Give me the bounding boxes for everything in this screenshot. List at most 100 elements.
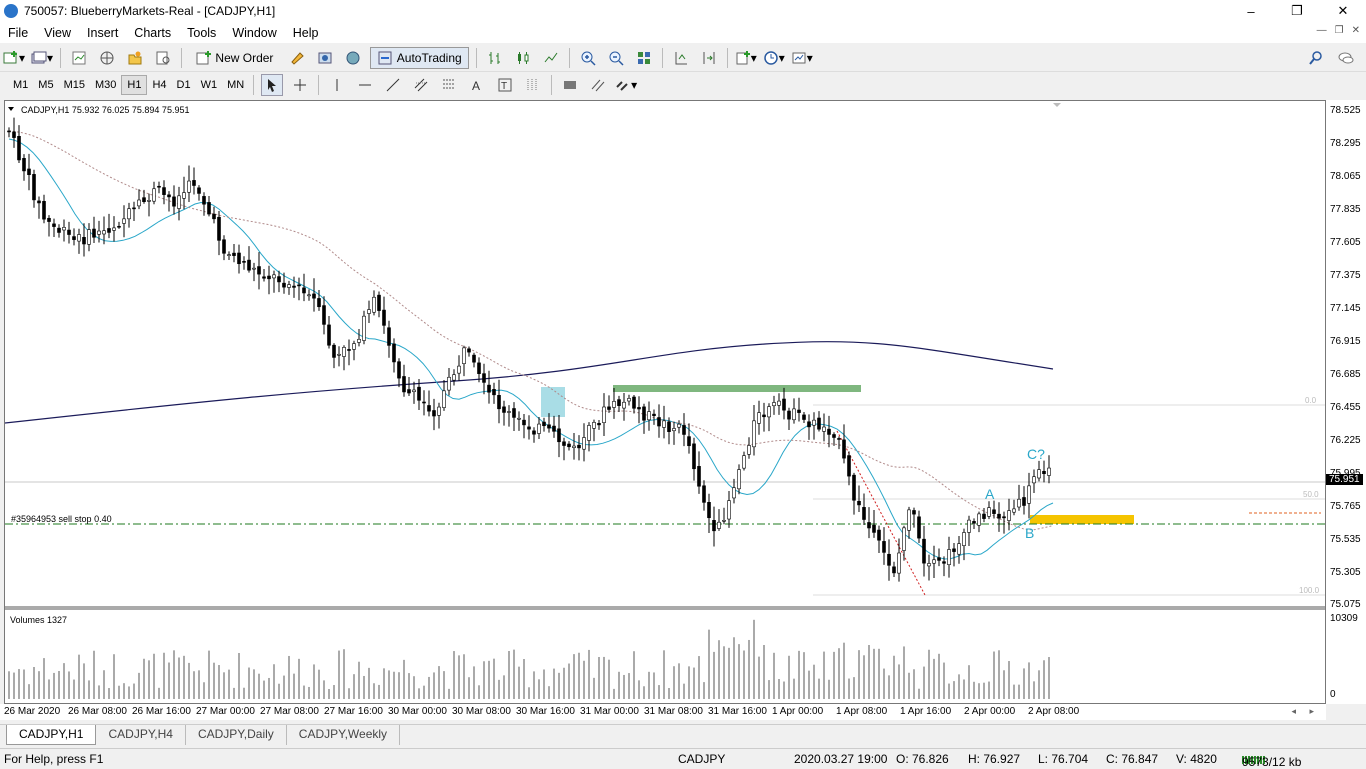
text-label-icon[interactable]: T bbox=[494, 74, 516, 96]
templates-icon[interactable]: ▾ bbox=[791, 47, 813, 69]
scroll-left-arrow-icon[interactable]: ◂ bbox=[1291, 706, 1296, 717]
candle-body bbox=[27, 168, 31, 176]
candle-body bbox=[717, 521, 721, 529]
mdi-restore-button[interactable]: ❐ bbox=[1335, 25, 1344, 36]
tab-cadjpy-h4[interactable]: CADJPY,H4 bbox=[96, 725, 186, 745]
candle-body bbox=[752, 420, 756, 448]
signals-icon[interactable] bbox=[314, 47, 336, 69]
price-tick: 75.075 bbox=[1330, 599, 1361, 610]
terminal-icon[interactable] bbox=[152, 47, 174, 69]
zoom-out-icon[interactable] bbox=[605, 47, 627, 69]
new-chart-button[interactable]: ▾ bbox=[3, 47, 25, 69]
candle-body bbox=[827, 428, 831, 435]
profiles-button[interactable]: ▾ bbox=[31, 47, 53, 69]
menu-help[interactable]: Help bbox=[285, 26, 327, 40]
candle-body bbox=[262, 276, 266, 279]
timeframe-m15[interactable]: M15 bbox=[59, 75, 90, 95]
candle-body bbox=[112, 227, 116, 231]
menu-charts[interactable]: Charts bbox=[126, 26, 179, 40]
candle-body bbox=[587, 425, 591, 441]
candle-body bbox=[562, 441, 566, 446]
timeframe-w1[interactable]: W1 bbox=[196, 75, 223, 95]
price-tick: 75.535 bbox=[1330, 534, 1361, 545]
line-chart-icon[interactable] bbox=[540, 47, 562, 69]
autotrading-button[interactable]: AutoTrading bbox=[370, 46, 469, 69]
periods-icon[interactable]: ▾ bbox=[763, 47, 785, 69]
candlestick-icon[interactable] bbox=[512, 47, 534, 69]
candle-body bbox=[522, 419, 526, 426]
equidistant-channel-icon[interactable] bbox=[410, 74, 432, 96]
text-icon[interactable]: A bbox=[466, 74, 488, 96]
chart-header-triangle-icon bbox=[8, 107, 14, 111]
timeframe-h4[interactable]: H4 bbox=[147, 75, 171, 95]
timeframe-h1[interactable]: H1 bbox=[121, 75, 148, 95]
menu-insert[interactable]: Insert bbox=[79, 26, 126, 40]
tile-windows-icon[interactable] bbox=[633, 47, 655, 69]
cursor-icon[interactable] bbox=[261, 74, 284, 96]
autoscroll-icon[interactable] bbox=[670, 47, 692, 69]
candle-body bbox=[997, 513, 1001, 519]
price-tick: 78.525 bbox=[1330, 105, 1361, 116]
candle-body bbox=[712, 520, 716, 532]
candle-body bbox=[697, 466, 701, 487]
bar-chart-icon[interactable] bbox=[484, 47, 506, 69]
candle-body bbox=[122, 218, 126, 224]
minimize-button[interactable]: – bbox=[1228, 0, 1274, 22]
chart-shift-icon[interactable] bbox=[698, 47, 720, 69]
market-watch-icon[interactable] bbox=[68, 47, 90, 69]
candle-body bbox=[452, 374, 456, 381]
volume-pane bbox=[8, 619, 1050, 699]
fibo-fan-icon[interactable] bbox=[522, 74, 544, 96]
price-tick: 77.145 bbox=[1330, 303, 1361, 314]
timeframe-m5[interactable]: M5 bbox=[33, 75, 58, 95]
timeframe-m30[interactable]: M30 bbox=[90, 75, 121, 95]
price-chart[interactable]: 0.0 50.0 100.0 #35964953 sell stop 0.40 … bbox=[4, 100, 1326, 704]
candle-body bbox=[177, 195, 181, 209]
candle-body bbox=[837, 438, 841, 440]
fibonacci-icon[interactable] bbox=[438, 74, 460, 96]
candle-body bbox=[292, 285, 296, 288]
mdi-minimize-button[interactable]: — bbox=[1317, 25, 1327, 36]
candle-body bbox=[552, 425, 556, 432]
candle-body bbox=[432, 410, 436, 417]
mdi-close-button[interactable]: ✕ bbox=[1352, 25, 1360, 36]
market-icon[interactable] bbox=[342, 47, 364, 69]
status-open: O: 76.826 bbox=[896, 752, 949, 766]
candle-body bbox=[617, 399, 621, 406]
new-order-button[interactable]: New Order bbox=[189, 47, 280, 69]
candle-body bbox=[777, 400, 781, 406]
timeframe-d1[interactable]: D1 bbox=[172, 75, 196, 95]
channel-icon[interactable] bbox=[587, 74, 609, 96]
zoom-in-icon[interactable] bbox=[577, 47, 599, 69]
horizontal-line-icon[interactable] bbox=[354, 74, 376, 96]
metaeditor-icon[interactable] bbox=[286, 47, 308, 69]
candle-body bbox=[277, 276, 281, 283]
candle-body bbox=[162, 187, 166, 195]
tab-cadjpy-daily[interactable]: CADJPY,Daily bbox=[186, 725, 287, 745]
search-icon[interactable] bbox=[1305, 47, 1327, 69]
timeframe-m1[interactable]: M1 bbox=[8, 75, 33, 95]
menu-file[interactable]: File bbox=[0, 26, 36, 40]
trendline-icon[interactable] bbox=[382, 74, 404, 96]
navigator-icon[interactable] bbox=[124, 47, 146, 69]
tab-cadjpy-weekly[interactable]: CADJPY,Weekly bbox=[287, 725, 401, 745]
arrows-icon[interactable]: ▾ bbox=[615, 74, 637, 96]
maximize-button[interactable]: ❐ bbox=[1274, 0, 1320, 22]
chat-icon[interactable] bbox=[1335, 47, 1357, 69]
vertical-line-icon[interactable] bbox=[326, 74, 348, 96]
data-window-icon[interactable] bbox=[96, 47, 118, 69]
timeframe-mn[interactable]: MN bbox=[222, 75, 249, 95]
close-button[interactable]: ✕ bbox=[1320, 0, 1366, 22]
tab-cadjpy-h1[interactable]: CADJPY,H1 bbox=[6, 725, 97, 745]
candle-body bbox=[507, 411, 511, 413]
candle-body bbox=[637, 407, 641, 410]
menu-window[interactable]: Window bbox=[224, 26, 284, 40]
price-scale[interactable]: 78.525 78.295 78.065 77.835 77.605 77.37… bbox=[1326, 100, 1366, 704]
menu-view[interactable]: View bbox=[36, 26, 79, 40]
indicators-icon[interactable]: ▾ bbox=[735, 47, 757, 69]
crosshair-icon[interactable] bbox=[289, 74, 311, 96]
menu-tools[interactable]: Tools bbox=[179, 26, 224, 40]
candlesticks bbox=[7, 117, 1051, 582]
rectangle-icon[interactable] bbox=[559, 74, 581, 96]
scroll-right-arrow-icon[interactable]: ▸ bbox=[1309, 706, 1314, 717]
